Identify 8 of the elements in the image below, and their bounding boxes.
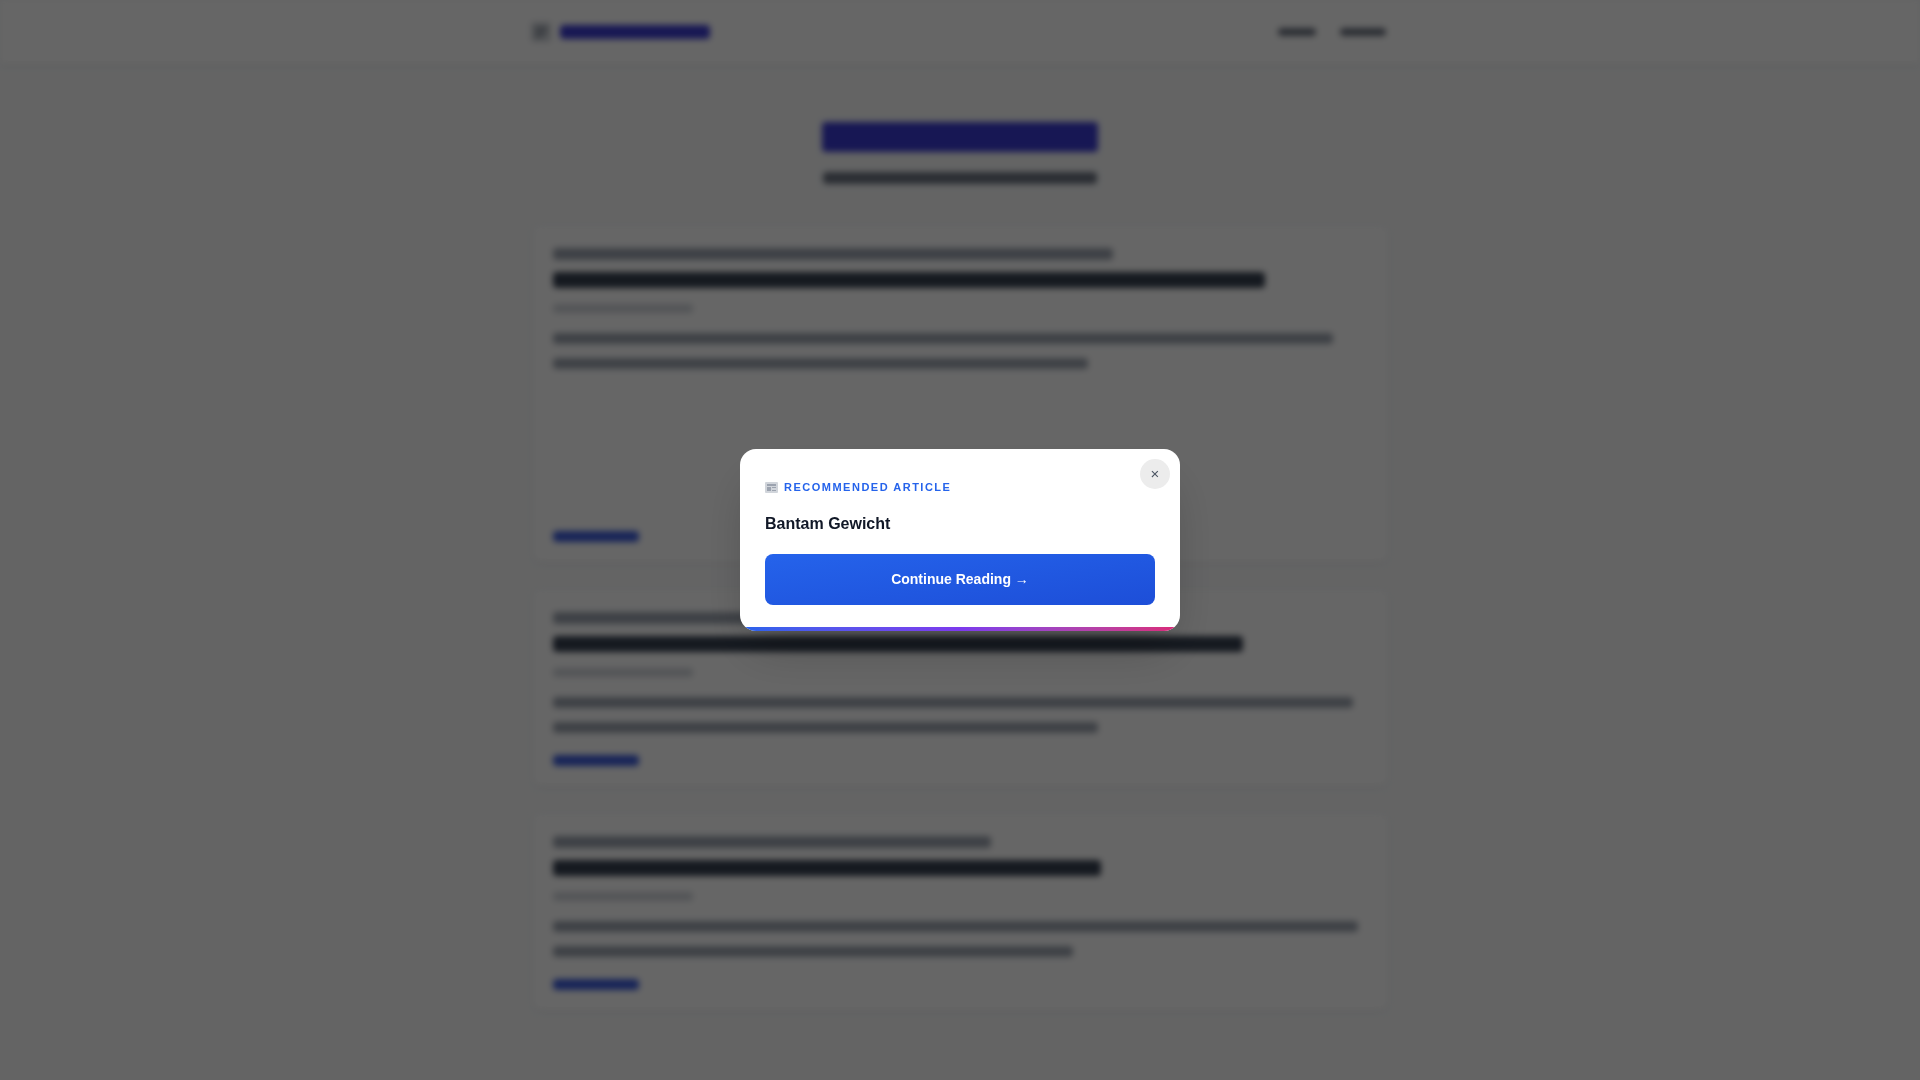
continue-reading-button[interactable]: Continue Reading → (765, 553, 1155, 605)
text-bar (1278, 28, 1316, 36)
modal-title: Bantam Gewicht (765, 513, 892, 534)
logo-icon (530, 21, 552, 43)
newspaper-icon (765, 482, 778, 493)
text-bar (1340, 28, 1386, 36)
close-button[interactable]: × (1140, 459, 1170, 490)
modal-label: RECOMMENDED ARTICLE (784, 480, 952, 496)
